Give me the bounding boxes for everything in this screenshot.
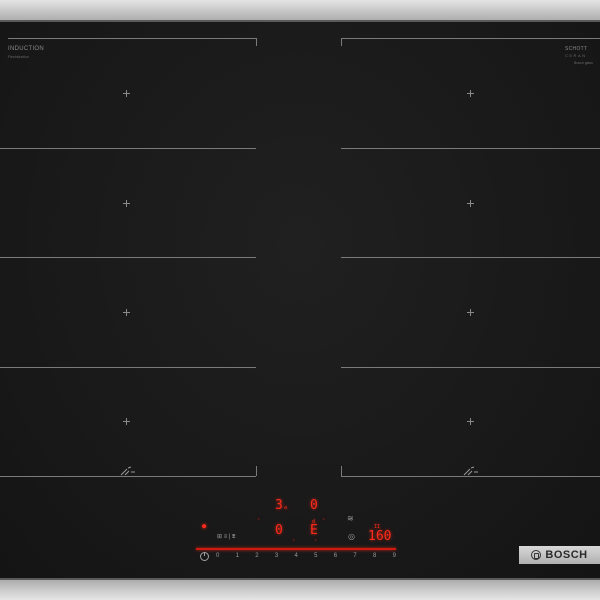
right-zone-4-crosshair-icon bbox=[467, 418, 474, 425]
right-rear-power-sub: d bbox=[312, 519, 316, 525]
right-zone-divider-2 bbox=[341, 257, 600, 258]
right-zone-3-crosshair-icon bbox=[467, 309, 474, 316]
left-zone-power-sub: a bbox=[284, 505, 288, 511]
left-zone-bottom-border bbox=[0, 476, 256, 477]
right-zone-power-display[interactable]: 0 bbox=[310, 498, 318, 513]
right-zone-top-tick bbox=[341, 38, 342, 46]
scale-9[interactable]: 9 bbox=[393, 552, 396, 560]
left-zone-divider-2 bbox=[0, 257, 256, 258]
timer-display[interactable]: 160 bbox=[368, 529, 391, 544]
bosch-logo-icon bbox=[531, 550, 542, 560]
left-zone-3-crosshair-icon bbox=[123, 309, 130, 316]
ceran-label: CERAN bbox=[565, 53, 587, 58]
left-zone-top-tick bbox=[256, 38, 257, 46]
left-zone-4-crosshair-icon bbox=[123, 418, 130, 425]
power-slider-scale[interactable]: 0 1 2 3 4 5 6 7 8 9 bbox=[216, 552, 396, 560]
function-symbols[interactable]: ⊞ ≡ | ⩩ bbox=[217, 533, 235, 541]
left-rear-power-display[interactable]: 0 bbox=[275, 523, 283, 538]
small-indicator-dot-1: · bbox=[257, 516, 261, 523]
cooktop-glass bbox=[0, 22, 600, 578]
stainless-frame-top bbox=[0, 0, 600, 22]
stainless-frame-bottom bbox=[0, 578, 600, 600]
brand-plate: BOSCH bbox=[519, 546, 600, 564]
right-zone-bottom-border bbox=[341, 476, 600, 477]
small-indicator-dot-3: · bbox=[292, 537, 296, 544]
right-zone-divider-1 bbox=[341, 148, 600, 149]
scale-5[interactable]: 5 bbox=[314, 552, 317, 560]
scale-4[interactable]: 4 bbox=[295, 552, 298, 560]
brand-name: BOSCH bbox=[545, 549, 588, 561]
scale-1[interactable]: 1 bbox=[236, 552, 239, 560]
left-zone-top-border bbox=[8, 38, 256, 39]
scale-8[interactable]: 8 bbox=[373, 552, 376, 560]
glass-micro-label: Bosch glass bbox=[574, 61, 593, 65]
scale-6[interactable]: 6 bbox=[334, 552, 337, 560]
power-button-icon[interactable] bbox=[200, 552, 209, 561]
right-zone-2-crosshair-icon bbox=[467, 200, 474, 207]
small-indicator-dot-4: · bbox=[314, 537, 318, 544]
left-zone-bottom-tick bbox=[256, 466, 257, 476]
induction-label: INDUCTION bbox=[8, 46, 45, 52]
left-zone-divider-3 bbox=[0, 367, 256, 368]
power-indicator-led: ● bbox=[202, 522, 207, 530]
timer-icon[interactable]: ◎ bbox=[348, 532, 355, 541]
left-zone-divider-1 bbox=[0, 148, 256, 149]
right-pan-sensor-icon bbox=[463, 466, 478, 476]
small-indicator-dot-2: · bbox=[322, 516, 326, 523]
right-zone-1-crosshair-icon bbox=[467, 90, 474, 97]
wipe-protect-icon[interactable]: ≋ bbox=[347, 514, 354, 523]
scale-2[interactable]: 2 bbox=[255, 552, 258, 560]
right-zone-top-border bbox=[341, 38, 600, 39]
induction-sublabel: FlexInduction bbox=[8, 55, 29, 59]
schott-label: SCHOTT bbox=[565, 46, 588, 52]
scale-7[interactable]: 7 bbox=[353, 552, 356, 560]
left-zone-2-crosshair-icon bbox=[123, 200, 130, 207]
left-zone-1-crosshair-icon bbox=[123, 90, 130, 97]
scale-0[interactable]: 0 bbox=[216, 552, 219, 560]
left-pan-sensor-icon bbox=[120, 466, 135, 476]
scale-3[interactable]: 3 bbox=[275, 552, 278, 560]
right-zone-bottom-tick bbox=[341, 466, 342, 476]
right-zone-divider-3 bbox=[341, 367, 600, 368]
power-slider-track[interactable] bbox=[196, 548, 396, 550]
right-rear-power-display[interactable]: E bbox=[310, 523, 318, 538]
left-zone-power-display[interactable]: 3 bbox=[275, 498, 283, 513]
